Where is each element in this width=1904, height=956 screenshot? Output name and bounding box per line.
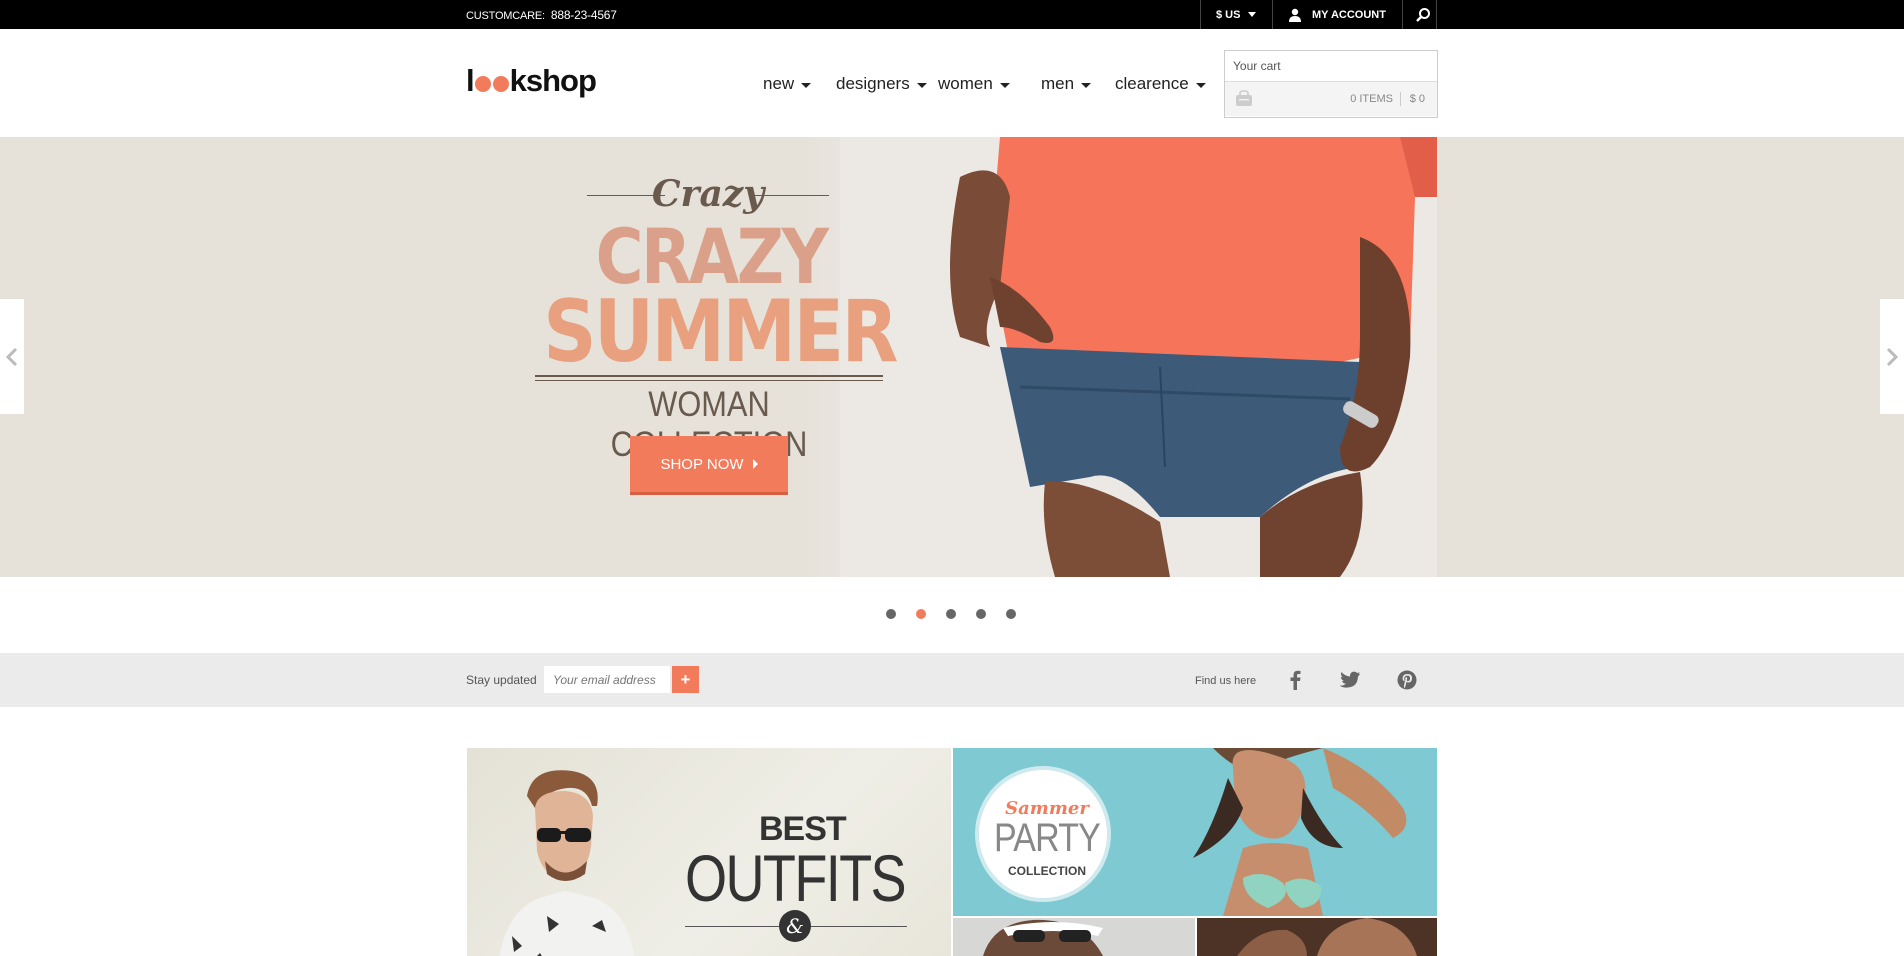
shopping-bag-icon xyxy=(1236,90,1252,106)
slider-dot[interactable] xyxy=(976,609,986,619)
hero-script-text: Crazy xyxy=(651,173,765,215)
chevron-down-icon xyxy=(1081,83,1092,88)
top-bar: CUSTOMCARE: 888-23-4567 $ US MY ACCOUNT xyxy=(0,0,1904,29)
divider xyxy=(535,375,883,377)
cart-title: Your cart xyxy=(1225,51,1437,82)
search-icon xyxy=(1416,7,1430,22)
chevron-down-icon xyxy=(916,83,927,88)
best-outfits-banner[interactable]: BEST OUTFITS & xyxy=(467,748,951,956)
summer-party-banner[interactable]: Sammer PARTY COLLECTION xyxy=(953,748,1437,916)
hero-model-image xyxy=(840,137,1437,577)
nav-label: designers xyxy=(836,74,910,93)
currency-selector[interactable]: $ US xyxy=(1216,0,1257,29)
chevron-right-icon xyxy=(1886,347,1898,366)
nav-men[interactable]: men xyxy=(1041,74,1092,94)
facebook-icon xyxy=(1290,670,1301,690)
find-us-label: Find us here xyxy=(1195,675,1257,687)
banner-sunglasses-image xyxy=(983,919,1103,956)
chevron-down-icon xyxy=(1195,83,1206,88)
nav-clearence[interactable]: clearence xyxy=(1115,74,1206,94)
divider xyxy=(587,195,665,196)
my-account-link[interactable]: MY ACCOUNT xyxy=(1288,0,1386,29)
logo-text-end: kshop xyxy=(509,63,597,98)
customer-care-label: CUSTOMCARE: xyxy=(466,10,545,22)
cart-summary: 0 ITEMS $ 0 xyxy=(1225,82,1437,116)
user-icon xyxy=(1289,8,1301,22)
slider-next-button[interactable] xyxy=(1880,299,1904,414)
nav-new[interactable]: new xyxy=(763,74,812,94)
nav-designers[interactable]: designers xyxy=(836,74,927,94)
twitter-link[interactable] xyxy=(1338,668,1362,692)
divider xyxy=(1200,0,1201,29)
slider-dot[interactable] xyxy=(1006,609,1016,619)
chevron-down-icon xyxy=(999,83,1010,88)
badge-collection-text: COLLECTION xyxy=(1008,864,1086,878)
subscribe-button[interactable]: + xyxy=(672,666,699,693)
slider-dot[interactable] xyxy=(886,609,896,619)
my-account-label: MY ACCOUNT xyxy=(1312,8,1386,21)
banner-ampersand: & xyxy=(779,910,811,942)
play-arrow-icon xyxy=(752,459,758,469)
nav-label: women xyxy=(938,74,993,93)
chevron-left-icon xyxy=(6,347,18,366)
divider xyxy=(535,380,883,381)
banner-woman-image xyxy=(1193,748,1407,916)
hero-script-title: Crazy xyxy=(587,173,829,215)
logo-text-start: l xyxy=(466,63,475,98)
divider xyxy=(1402,0,1403,29)
chevron-down-icon xyxy=(801,83,812,88)
nav-label: new xyxy=(763,74,795,93)
divider xyxy=(1436,0,1437,29)
customer-care: CUSTOMCARE: 888-23-4567 xyxy=(466,8,617,22)
search-button[interactable] xyxy=(1410,0,1436,29)
email-input[interactable] xyxy=(544,666,670,693)
cart-total: $ 0 xyxy=(1409,93,1425,105)
shop-now-label: SHOP NOW xyxy=(660,455,744,473)
badge-party-text: PARTY xyxy=(994,816,1101,860)
pinterest-link[interactable] xyxy=(1395,668,1419,692)
nav-women[interactable]: women xyxy=(938,74,1010,94)
logo-dot xyxy=(474,76,491,92)
site-logo[interactable]: l kshop xyxy=(466,63,597,99)
logo-dot xyxy=(492,76,509,92)
slider-dot[interactable] xyxy=(946,609,956,619)
currency-label: $ US xyxy=(1216,8,1241,21)
chevron-down-icon xyxy=(1248,12,1257,17)
banner-man-image xyxy=(499,770,635,956)
twitter-icon xyxy=(1339,671,1360,688)
customer-care-phone: 888-23-4567 xyxy=(550,8,617,22)
cart-items-count: 0 ITEMS xyxy=(1350,93,1393,105)
hero-headline-line2: SUMMER xyxy=(543,282,898,382)
pinterest-icon xyxy=(1397,670,1417,690)
divider xyxy=(1272,0,1273,29)
party-badge: Sammer PARTY COLLECTION xyxy=(975,766,1111,902)
slider-prev-button[interactable] xyxy=(0,299,24,414)
couple-banner[interactable] xyxy=(1197,918,1437,956)
slider-pagination xyxy=(886,609,1016,619)
shop-now-button[interactable]: SHOP NOW xyxy=(630,436,788,495)
cart-widget[interactable]: Your cart 0 ITEMS $ 0 xyxy=(1224,50,1438,118)
sunglasses-banner[interactable] xyxy=(953,918,1195,956)
facebook-link[interactable] xyxy=(1283,668,1307,692)
nav-label: clearence xyxy=(1115,74,1189,93)
nav-label: men xyxy=(1041,74,1075,93)
divider xyxy=(1400,92,1401,106)
newsletter-label: Stay updated xyxy=(466,673,537,687)
banner-outfits-text: OUTFITS xyxy=(685,841,907,915)
divider xyxy=(751,195,829,196)
slider-dot-active[interactable] xyxy=(916,609,926,619)
newsletter-bar: Stay updated + Find us here xyxy=(0,653,1904,707)
hero-slider: Crazy CRAZY SUMMER WOMAN COLLECTION SHOP… xyxy=(0,137,1904,577)
banner-couple-image xyxy=(1197,918,1437,956)
